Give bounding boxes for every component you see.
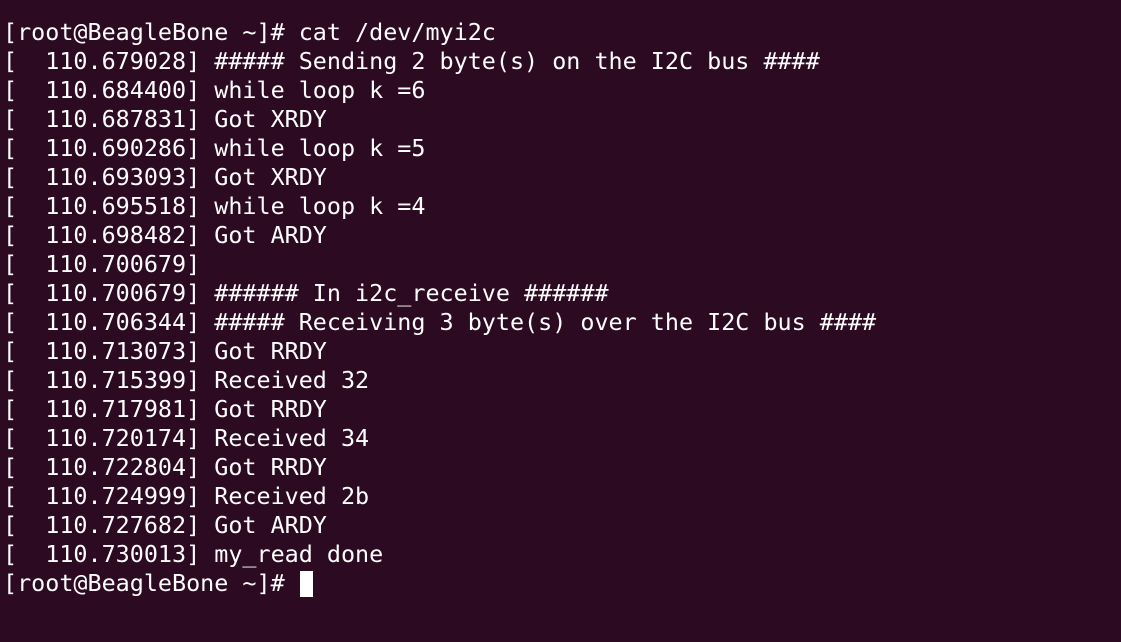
output-line: [ 110.700679] [3, 250, 201, 278]
command-line: [root@BeagleBone ~]# cat /dev/myi2c [3, 18, 496, 46]
output-line: [ 110.724999] Received 2b [3, 482, 370, 510]
output-line: [ 110.695518] while loop k =4 [3, 192, 426, 220]
terminal-window[interactable]: [root@BeagleBone ~]# cat /dev/myi2c [ 11… [0, 0, 1121, 642]
output-line: [ 110.715399] Received 32 [3, 366, 370, 394]
output-line: [ 110.717981] Got RRDY [3, 395, 327, 423]
output-line: [ 110.700679] ###### In i2c_receive ####… [3, 279, 609, 307]
output-line: [ 110.690286] while loop k =5 [3, 134, 426, 162]
active-prompt-line[interactable]: [root@BeagleBone ~]# [3, 569, 1121, 598]
output-line: [ 110.706344] ##### Receiving 3 byte(s) … [3, 308, 877, 336]
output-line: [ 110.679028] ##### Sending 2 byte(s) on… [3, 47, 820, 75]
output-line: [ 110.727682] Got ARDY [3, 511, 327, 539]
output-line: [ 110.698482] Got ARDY [3, 221, 327, 249]
output-line: [ 110.684400] while loop k =6 [3, 76, 426, 104]
output-line: [ 110.722804] Got RRDY [3, 453, 327, 481]
shell-prompt: [root@BeagleBone ~]# [3, 569, 299, 597]
output-line: [ 110.713073] Got RRDY [3, 337, 327, 365]
output-line: [ 110.720174] Received 34 [3, 424, 370, 452]
output-line: [ 110.693093] Got XRDY [3, 163, 327, 191]
output-line: [ 110.687831] Got XRDY [3, 105, 327, 133]
output-line: [ 110.730013] my_read done [3, 540, 384, 568]
text-cursor [299, 570, 313, 597]
